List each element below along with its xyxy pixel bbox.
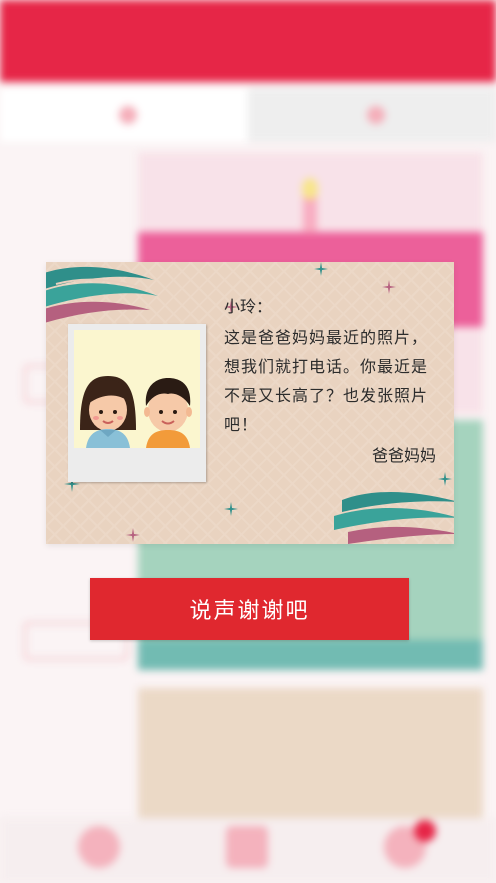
star-decoration-1: [314, 262, 328, 276]
card-signature: 爸爸妈妈: [371, 446, 436, 465]
card-message: 这是爸爸妈妈最近的照片，想我们就打电话。你最近是不是又长高了？也发张照片吧！: [224, 328, 429, 434]
star-decoration-7: [438, 472, 452, 486]
swoosh-bottom-right-decoration: [334, 491, 454, 544]
polaroid-photo: [68, 324, 206, 482]
star-decoration-5: [224, 502, 238, 516]
card-letter: 小玲： 这是爸爸妈妈最近的照片，想我们就打电话。你最近是不是又长高了？也发张照片…: [224, 292, 436, 470]
say-thanks-button[interactable]: 说声谢谢吧: [90, 578, 409, 640]
card-greeting: 小玲：: [224, 297, 273, 316]
children-illustration: [80, 376, 192, 448]
star-decoration-6: [126, 528, 140, 542]
family-photo: [74, 330, 200, 448]
greeting-card: 小玲： 这是爸爸妈妈最近的照片，想我们就打电话。你最近是不是又长高了？也发张照片…: [46, 262, 454, 544]
